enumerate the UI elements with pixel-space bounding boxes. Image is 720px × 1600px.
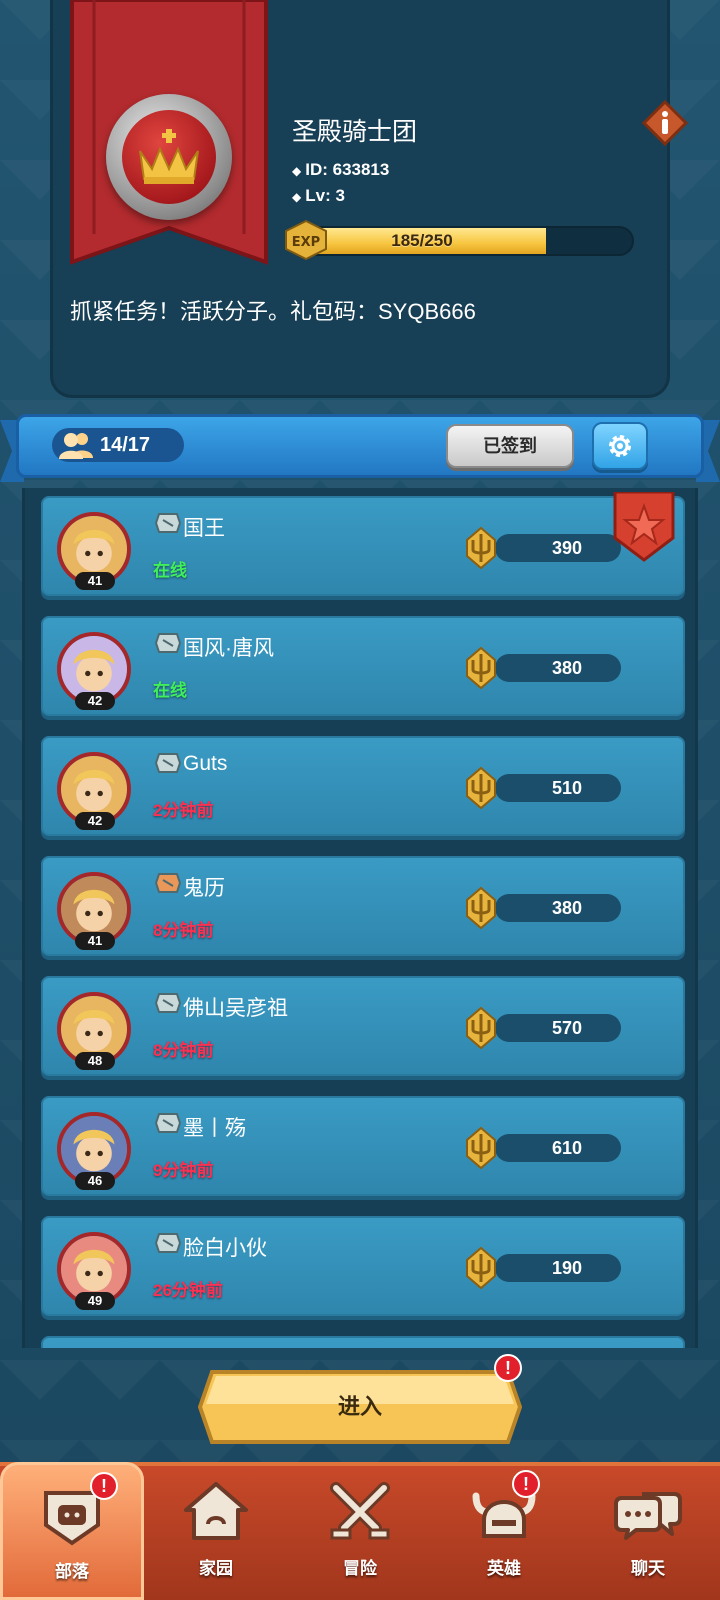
- member-status: 在线: [153, 561, 187, 580]
- guild-level: ◆ Lv: 3: [292, 186, 345, 205]
- member-level: 41: [75, 572, 115, 590]
- member-row-partial[interactable]: [41, 1336, 685, 1348]
- trident-emblem-icon: [466, 1126, 496, 1170]
- trident-emblem-icon: [466, 766, 496, 810]
- member-row[interactable]: 46 墨丨殇 9分钟前 610: [41, 1096, 685, 1196]
- home-icon: [184, 1482, 248, 1540]
- info-icon[interactable]: [642, 100, 688, 146]
- rank-icon: [155, 513, 181, 533]
- nav-tab-chat[interactable]: 聊天: [576, 1462, 720, 1600]
- guild-emblem: [106, 94, 232, 220]
- heroes-alert-badge: !: [512, 1470, 540, 1498]
- member-score: 380: [495, 894, 621, 922]
- trident-emblem-icon: [466, 1006, 496, 1050]
- exp-badge-icon: EXP: [285, 220, 327, 260]
- crown-icon: [139, 129, 199, 184]
- member-score: 190: [495, 1254, 621, 1282]
- member-level: 42: [75, 812, 115, 830]
- rank-icon: [155, 633, 181, 653]
- settings-button[interactable]: [592, 422, 648, 470]
- member-count: 14/17: [52, 428, 184, 462]
- trident-emblem-icon: [466, 1246, 496, 1290]
- member-score: 380: [495, 654, 621, 682]
- diamond-bullet-icon: ◆: [292, 190, 302, 204]
- member-row[interactable]: 48 佛山吴彦祖 8分钟前 570: [41, 976, 685, 1076]
- member-status: 8分钟前: [153, 1041, 214, 1060]
- member-level: 48: [75, 1052, 115, 1070]
- member-score: 610: [495, 1134, 621, 1162]
- member-row[interactable]: 49 脸白小伙 26分钟前 190: [41, 1216, 685, 1316]
- nav-tab-home[interactable]: 家园: [144, 1462, 288, 1600]
- member-level: 49: [75, 1292, 115, 1310]
- gear-icon: [609, 435, 631, 457]
- member-status: 9分钟前: [153, 1161, 214, 1180]
- enter-button[interactable]: 进入: [198, 1368, 522, 1446]
- member-status: 26分钟前: [153, 1281, 223, 1300]
- nav-tab-tribe[interactable]: 部落: [0, 1462, 144, 1600]
- tribe-alert-badge: !: [90, 1472, 118, 1500]
- member-level: 41: [75, 932, 115, 950]
- member-level: 46: [75, 1172, 115, 1190]
- rank-icon: [155, 1113, 181, 1133]
- members-icon: [59, 433, 93, 459]
- svg-text:EXP: EXP: [292, 235, 320, 250]
- crossed-swords-icon: [330, 1482, 390, 1540]
- member-status: 8分钟前: [153, 921, 214, 940]
- member-score: 510: [495, 774, 621, 802]
- member-name: 国风·唐风: [183, 637, 274, 660]
- enter-alert-badge: !: [494, 1354, 522, 1382]
- member-level: 42: [75, 692, 115, 710]
- rank-icon: [155, 993, 181, 1013]
- nav-tab-heroes[interactable]: 英雄: [432, 1462, 576, 1600]
- signed-in-button[interactable]: 已签到: [446, 424, 574, 468]
- leader-star-badge-icon: [613, 492, 675, 562]
- member-name: 国王: [183, 517, 225, 540]
- rank-icon: [155, 1233, 181, 1253]
- member-row[interactable]: 41 鬼历 8分钟前 380: [41, 856, 685, 956]
- exp-progress-text: 185/250: [391, 231, 453, 250]
- member-list[interactable]: 41 国王 在线 390 42 国风·唐风 在线 380 42 Guts 2分钟…: [22, 488, 698, 1348]
- guild-description: 抓紧任务！活跃分子。礼包码：SYQB666: [70, 299, 476, 324]
- trident-emblem-icon: [466, 646, 496, 690]
- member-name: Guts: [183, 752, 228, 775]
- diamond-bullet-icon: ◆: [292, 164, 302, 178]
- member-row[interactable]: 41 国王 在线 390: [41, 492, 685, 596]
- member-name: 墨丨殇: [183, 1117, 246, 1140]
- chat-bubbles-icon: [614, 1492, 682, 1540]
- guild-id: ◆ ID: 633813: [292, 160, 390, 179]
- guild-name: 圣殿骑士团: [292, 118, 418, 146]
- member-status: 2分钟前: [153, 801, 214, 820]
- trident-emblem-icon: [466, 886, 496, 930]
- nav-tab-adventure[interactable]: 冒险: [288, 1462, 432, 1600]
- member-score: 570: [495, 1014, 621, 1042]
- member-name: 佛山吴彦祖: [183, 997, 288, 1020]
- member-row[interactable]: 42 国风·唐风 在线 380: [41, 616, 685, 716]
- member-score: 390: [495, 534, 621, 562]
- member-row[interactable]: 42 Guts 2分钟前 510: [41, 736, 685, 836]
- rank-icon: [155, 753, 181, 773]
- member-status: 在线: [153, 681, 187, 700]
- member-name: 脸白小伙: [183, 1237, 267, 1260]
- member-name: 鬼历: [183, 877, 225, 900]
- rank-icon: [155, 873, 181, 893]
- trident-emblem-icon: [466, 526, 496, 570]
